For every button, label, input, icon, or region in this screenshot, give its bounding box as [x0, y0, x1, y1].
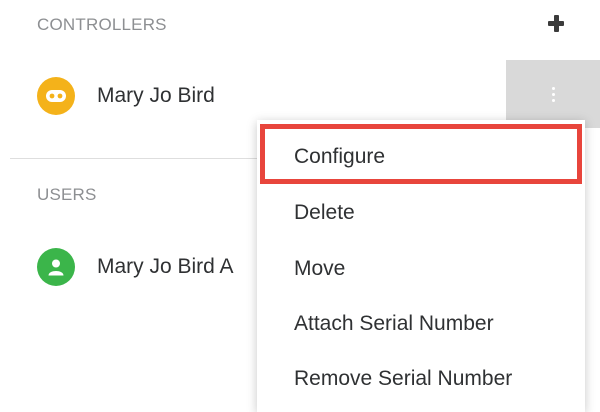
- user-icon: [37, 248, 75, 286]
- controllers-section-title: CONTROLLERS: [37, 15, 167, 34]
- gamepad-icon: [37, 77, 75, 115]
- controllers-panel: CONTROLLERS Mary Jo Bird USERS Mary Jo B…: [0, 0, 600, 412]
- controller-item[interactable]: Mary Jo Bird: [37, 76, 215, 116]
- controller-name: Mary Jo Bird: [97, 84, 215, 107]
- menu-item-attach-serial-number[interactable]: Attach Serial Number: [294, 312, 494, 336]
- context-menu: Configure Delete Move Attach Serial Numb…: [257, 120, 585, 412]
- section-divider: [10, 158, 258, 159]
- menu-item-configure[interactable]: Configure: [294, 145, 385, 169]
- kebab-menu-button[interactable]: [506, 60, 600, 128]
- menu-item-remove-serial-number[interactable]: Remove Serial Number: [294, 367, 512, 391]
- menu-item-delete[interactable]: Delete: [294, 201, 355, 225]
- user-item[interactable]: Mary Jo Bird A: [37, 247, 234, 287]
- user-name: Mary Jo Bird A: [97, 255, 234, 278]
- menu-item-move[interactable]: Move: [294, 257, 345, 281]
- users-section-title: USERS: [37, 185, 97, 204]
- plus-icon[interactable]: [542, 10, 570, 38]
- kebab-menu-icon: [551, 86, 555, 102]
